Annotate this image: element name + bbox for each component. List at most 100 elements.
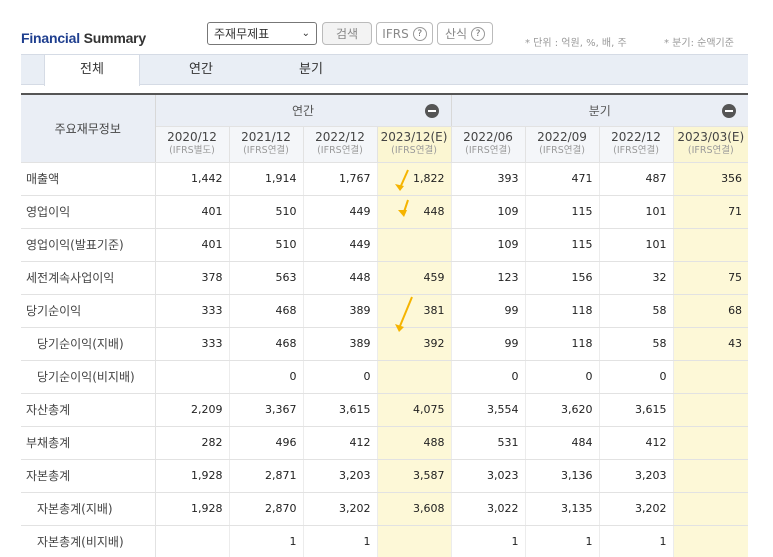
table-cell: 471 — [524, 162, 600, 196]
table-cell: 393 — [450, 162, 526, 196]
row-label[interactable]: 부채총계 — [21, 426, 156, 460]
column-period: 2020/12 — [167, 130, 217, 144]
table-row: 자본총계(지배) 1,928 2,870 3,202 3,608 3,022 3,135 3,… — [21, 492, 749, 526]
table-cell: 510 — [228, 195, 303, 229]
table-cell — [672, 459, 749, 493]
table-cell: 3,202 — [302, 492, 377, 526]
table-cell: 1,928 — [154, 492, 229, 526]
table-cell: 71 — [672, 195, 749, 229]
column-basis: (IFRS연결) — [391, 145, 437, 156]
table-cell: 468 — [228, 294, 303, 328]
row-label[interactable]: 영업이익 — [21, 195, 156, 229]
table-cell: 448 — [302, 261, 377, 295]
table-cell: 99 — [450, 294, 526, 328]
table-row: 매출액 1,442 1,914 1,767 1,822 393 471 487 356 — [21, 162, 749, 196]
table-cell: 115 — [524, 195, 600, 229]
row-label[interactable]: 영업이익(발표기준) — [21, 228, 156, 262]
formula-button[interactable]: 산식 ? — [437, 22, 493, 45]
arrow-icon — [395, 169, 409, 191]
table-row: 당기순이익(비지배) 0 0 0 0 0 — [21, 360, 749, 394]
table-cell: 109 — [450, 195, 526, 229]
financial-summary-table: 주요재무정보 연간 분기 2020/12 (IFRS별도) 2021/12 (IFRS… — [21, 93, 749, 557]
table-cell: 3,587 — [376, 459, 452, 493]
table-cell: 531 — [450, 426, 526, 460]
column-period: 2022/06 — [463, 130, 513, 144]
group-quarter-header: 분기 — [450, 93, 749, 127]
table-row: 당기순이익(지배) 333 468 389 392 99 118 58 43 — [21, 327, 749, 361]
collapse-annual-icon[interactable] — [424, 104, 439, 118]
table-cell: 333 — [154, 294, 229, 328]
tab-annual[interactable]: 연간 — [161, 55, 241, 85]
table-cell: 3,367 — [228, 393, 303, 427]
row-label[interactable]: 자본총계(지배) — [21, 492, 156, 526]
row-label[interactable]: 매출액 — [21, 162, 156, 196]
column-basis: (IFRS연결) — [317, 145, 363, 156]
column-period: 2023/12(E) — [380, 130, 448, 144]
table-cell — [376, 525, 452, 557]
table-cell: 1,442 — [154, 162, 229, 196]
table-cell — [672, 426, 749, 460]
row-label[interactable]: 당기순이익(지배) — [21, 327, 156, 361]
help-icon[interactable]: ? — [412, 26, 427, 41]
search-button[interactable]: 검색 — [322, 22, 372, 45]
table-cell: 68 — [672, 294, 749, 328]
table-cell: 99 — [450, 327, 526, 361]
table-cell — [672, 228, 749, 262]
tab-all[interactable]: 전체 — [44, 55, 140, 86]
table-cell: 1 — [598, 525, 674, 557]
column-basis: (IFRS연결) — [687, 145, 734, 156]
table-cell — [376, 360, 452, 394]
row-label[interactable]: 자본총계(비지배) — [21, 525, 156, 557]
table-row: 영업이익 401 510 449 448 109 115 101 71 — [21, 195, 749, 229]
table-cell: 389 — [302, 294, 377, 328]
table-cell: 0 — [524, 360, 600, 394]
collapse-quarter-icon[interactable] — [722, 104, 737, 118]
row-label[interactable]: 자본총계 — [21, 459, 156, 493]
table-cell: 468 — [228, 327, 303, 361]
table-cell: 2,209 — [154, 393, 229, 427]
row-label[interactable]: 당기순이익(비지배) — [21, 360, 156, 394]
table-cell — [376, 228, 452, 262]
table-cell — [672, 525, 749, 557]
table-cell: 118 — [524, 327, 600, 361]
column-period: 2021/12 — [241, 130, 291, 144]
table-cell: 1 — [302, 525, 377, 557]
table-cell: 356 — [672, 162, 749, 196]
table-cell: 3,615 — [598, 393, 674, 427]
table-cell: 1 — [450, 525, 526, 557]
table-cell — [672, 393, 749, 427]
statement-type-select[interactable]: 주재무제표 ⌄ — [207, 22, 317, 45]
column-header: 2022/12 (IFRS연결) — [302, 126, 377, 163]
table-cell: 75 — [672, 261, 749, 295]
table-cell — [672, 492, 749, 526]
table-cell — [672, 360, 749, 394]
chevron-down-icon: ⌄ — [301, 28, 310, 39]
page-title: Financial Summary — [21, 30, 146, 46]
table-cell: 449 — [302, 228, 377, 262]
table-cell: 32 — [598, 261, 674, 295]
ifrs-button[interactable]: IFRS ? — [376, 22, 433, 45]
tab-quarter[interactable]: 분기 — [271, 55, 351, 85]
table-cell: 0 — [598, 360, 674, 394]
tab-bar: 전체 연간 분기 — [21, 54, 748, 86]
table-cell: 510 — [228, 228, 303, 262]
table-row: 자본총계 1,928 2,871 3,203 3,587 3,023 3,136 3,203 — [21, 459, 749, 493]
table-cell: 1,928 — [154, 459, 229, 493]
column-basis: (IFRS별도) — [169, 145, 215, 156]
table-cell: 378 — [154, 261, 229, 295]
table-cell: 58 — [598, 327, 674, 361]
group-annual-header: 연간 — [154, 93, 452, 127]
row-label[interactable]: 세전계속사업이익 — [21, 261, 156, 295]
row-label[interactable]: 당기순이익 — [21, 294, 156, 328]
select-value: 주재무제표 — [214, 27, 270, 41]
table-row: 당기순이익 333 468 389 381 99 118 58 68 — [21, 294, 749, 328]
table-cell: 3,202 — [598, 492, 674, 526]
table-cell: 401 — [154, 228, 229, 262]
table-cell: 3,022 — [450, 492, 526, 526]
column-period: 2022/12 — [315, 130, 365, 144]
row-label[interactable]: 자산총계 — [21, 393, 156, 427]
table-cell: 563 — [228, 261, 303, 295]
help-icon[interactable]: ? — [471, 26, 486, 41]
table-cell: 43 — [672, 327, 749, 361]
row-header-label: 주요재무정보 — [21, 93, 156, 163]
